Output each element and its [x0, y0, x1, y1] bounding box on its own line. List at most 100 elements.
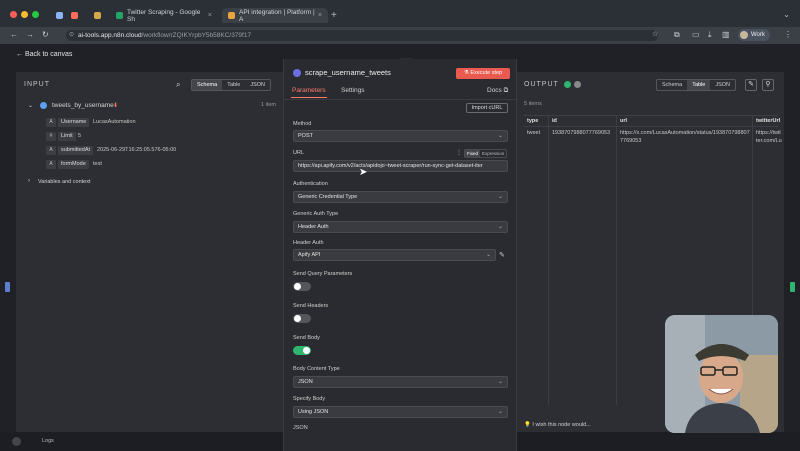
new-tab-icon[interactable]: + [331, 10, 337, 21]
input-panel-title: INPUT [24, 81, 50, 88]
toggle-knob [294, 315, 301, 322]
input-panel: INPUT ⌕ Schema Table JSON ⌄ tweets_by_us… [16, 72, 284, 432]
output-view-schema[interactable]: Schema [657, 80, 687, 90]
presenter-video [665, 315, 778, 433]
input-view-schema[interactable]: Schema [192, 80, 223, 90]
close-tab-icon[interactable]: × [208, 12, 212, 19]
more-vertical-icon[interactable]: ⋮ [784, 30, 792, 39]
chevron-down-icon: ⌄ [485, 252, 491, 258]
import-curl-button[interactable]: Import cURL [466, 103, 508, 113]
menu-icon[interactable]: ▥ [722, 30, 730, 39]
http-request-icon [293, 69, 301, 77]
logs-label[interactable]: Logs [42, 438, 54, 444]
download-icon[interactable]: ⤓ [708, 30, 712, 40]
page-icon [56, 12, 63, 19]
tab-parameters[interactable]: Parameters [292, 87, 326, 94]
browser-tab-3[interactable]: Twitter Scraping - Google Sh × [110, 8, 218, 23]
back-label: Back to canvas [24, 51, 73, 58]
field-name-formmode[interactable]: formMode [58, 160, 89, 169]
cell-twitterurl: https://twitter.com/LucasAutomation/stat… [756, 130, 782, 144]
body-content-type-select[interactable]: JSON ⌄ [293, 376, 508, 388]
back-to-canvas-link[interactable]: ← Back to canvas [16, 51, 72, 58]
variables-and-context[interactable]: Variables and context [38, 179, 91, 185]
pin-data-icon[interactable]: ⚲ [762, 79, 774, 91]
method-select[interactable]: POST ⌄ [293, 130, 508, 142]
n8n-icon [71, 12, 78, 19]
authentication-select[interactable]: Generic Credential Type ⌄ [293, 191, 508, 203]
output-view-json[interactable]: JSON [710, 80, 735, 90]
success-check-icon [564, 81, 571, 88]
form-trigger-icon [40, 102, 47, 109]
input-view-json[interactable]: JSON [245, 80, 270, 90]
close-tab-icon[interactable]: × [318, 12, 322, 19]
more-vertical-icon[interactable]: ⋮ [456, 149, 462, 156]
url-input[interactable]: https://api.apify.com/v2/acts/apidojo~tw… [293, 160, 508, 172]
tab-settings[interactable]: Settings [341, 87, 365, 94]
tab-label: Twitter Scraping - Google Sh [127, 8, 201, 23]
close-window-icon[interactable] [10, 11, 17, 18]
browser-tab-1[interactable] [50, 8, 80, 23]
input-view-table[interactable]: Table [222, 80, 245, 90]
output-view-table[interactable]: Table [687, 80, 711, 90]
field-value-username: LucasAutomation [93, 119, 136, 125]
minimize-window-icon[interactable] [21, 11, 28, 18]
url-field[interactable]: ⊙ ai-tools.app.n8n.cloud/workflow/rZQIKY… [66, 30, 658, 41]
field-name-submittedat[interactable]: submittedAt [58, 146, 94, 155]
generic-auth-select[interactable]: Header Auth ⌄ [293, 221, 508, 233]
extension-icon[interactable]: ⧉ [674, 30, 680, 40]
chevron-down-icon: ⌄ [497, 224, 503, 230]
docs-link[interactable]: Docs ⧉ [487, 87, 508, 95]
chevron-down-icon[interactable]: ⌄ [783, 10, 790, 19]
table-divider [523, 115, 778, 116]
toggle-knob [303, 347, 310, 354]
sidebar-icon[interactable]: ▭ [692, 30, 700, 39]
table-divider [548, 115, 549, 405]
string-type-icon: A [46, 146, 56, 155]
right-panel-handle[interactable] [790, 282, 795, 292]
send-body-toggle[interactable] [293, 346, 311, 355]
chevron-down-icon[interactable]: ⌄ [28, 102, 33, 109]
edit-output-icon[interactable]: ✎ [745, 79, 757, 91]
back-arrow-icon[interactable]: ← [10, 30, 18, 39]
maximize-window-icon[interactable] [32, 11, 39, 18]
search-icon[interactable]: ⌕ [176, 80, 180, 90]
execute-step-button[interactable]: ⚗ Execute step [456, 68, 510, 79]
star-icon[interactable]: ☆ [652, 30, 658, 38]
mode-fixed[interactable]: Fixed [465, 150, 481, 157]
feedback-hint[interactable]: 💡 I wish this node would... [524, 422, 591, 428]
edit-credential-icon[interactable]: ✎ [499, 251, 505, 259]
browser-tab-2[interactable] [88, 8, 110, 23]
method-label: Method [293, 121, 312, 127]
generic-auth-label: Generic Auth Type [293, 211, 339, 217]
browser-tab-strip: Twitter Scraping - Google Sh × API integ… [0, 0, 800, 27]
url-mode-toggle: Fixed Expression [464, 149, 508, 158]
node-title[interactable]: scrape_username_tweets [305, 68, 391, 77]
field-name-limit[interactable]: Limit [58, 132, 76, 141]
url-domain: ai-tools.app.n8n.cloud [78, 32, 142, 39]
forward-arrow-icon[interactable]: → [26, 30, 34, 39]
output-panel-title: OUTPUT [524, 81, 559, 88]
input-item-count: 1 item [261, 102, 276, 108]
body-content-type-value: JSON [298, 379, 313, 385]
browser-tab-4[interactable]: API integration | Platform | A × [222, 8, 328, 23]
specify-body-select[interactable]: Using JSON ⌄ [293, 406, 508, 418]
url-path: /workflow/rZQIKYrpbY5b58KC/379f17 [141, 32, 252, 39]
mode-expression[interactable]: Expression [480, 150, 506, 157]
chevron-down-icon: ⌄ [497, 379, 503, 385]
reload-icon[interactable]: ↻ [42, 30, 49, 39]
chevron-right-icon[interactable]: › [28, 178, 30, 184]
send-headers-toggle[interactable] [293, 314, 311, 323]
generic-auth-value: Header Auth [298, 224, 329, 230]
chevron-down-icon: ⌄ [497, 133, 503, 139]
method-value: POST [298, 133, 313, 139]
specify-body-label: Specify Body [293, 396, 326, 402]
table-divider [523, 126, 778, 127]
info-icon[interactable] [574, 81, 581, 88]
send-body-label: Send Body [293, 335, 320, 341]
left-panel-handle[interactable] [5, 282, 10, 292]
header-auth-select[interactable]: Apify API ⌄ [293, 249, 496, 261]
profile-button[interactable]: Work [738, 29, 770, 41]
send-query-toggle[interactable] [293, 282, 311, 291]
field-name-username[interactable]: Username [58, 118, 90, 127]
chat-icon[interactable] [12, 437, 21, 446]
